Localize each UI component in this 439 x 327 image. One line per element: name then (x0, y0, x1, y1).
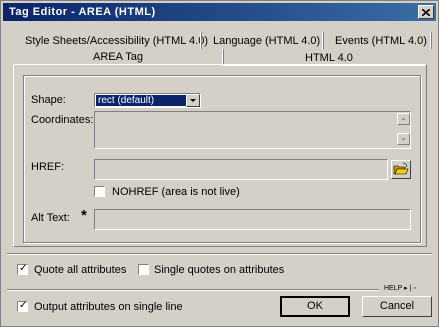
tab-language[interactable]: Language (HTML 4.0) (213, 35, 320, 47)
tab-divider (322, 32, 324, 49)
divider (7, 253, 432, 255)
tab-events[interactable]: Events (HTML 4.0) (335, 35, 427, 47)
browse-button[interactable] (391, 160, 411, 179)
output-single-line-checkbox[interactable]: ✓ (17, 300, 28, 312)
shape-selected-value: rect (default) (96, 95, 186, 106)
help-link[interactable]: HELP ▸ | ▫ (384, 284, 416, 292)
close-icon (422, 8, 430, 16)
chevron-down-icon (190, 99, 196, 102)
output-single-line-label: Output attributes on single line (34, 301, 183, 313)
checkmark-icon: ✓ (19, 300, 28, 311)
coordinates-textarea[interactable] (94, 111, 411, 149)
single-quotes-checkbox[interactable] (138, 264, 149, 275)
checkmark-icon: ✓ (19, 263, 28, 274)
href-input[interactable] (94, 159, 388, 180)
nohref-label: NOHREF (area is not live) (112, 186, 240, 198)
help-arrow-icon: ▸ | ▫ (404, 285, 416, 292)
close-button[interactable] (418, 5, 434, 19)
tab-html4[interactable]: HTML 4.0 (305, 52, 353, 64)
quote-all-checkbox[interactable]: ✓ (17, 263, 28, 275)
tab-divider (430, 32, 432, 49)
single-quotes-label: Single quotes on attributes (154, 264, 285, 276)
alt-text-label: Alt Text: (31, 212, 70, 224)
coordinates-scroll-up[interactable] (397, 113, 410, 125)
tab-area-tag[interactable]: AREA Tag (93, 51, 143, 63)
quote-all-label: Quote all attributes (34, 264, 127, 276)
cancel-button[interactable]: Cancel (362, 296, 432, 317)
tab-divider (200, 32, 202, 49)
coordinates-scroll-down[interactable] (397, 133, 410, 145)
divider (7, 289, 379, 291)
chevron-down-icon (401, 138, 406, 141)
tab-style-sheets[interactable]: Style Sheets/Accessibility (HTML 4.0) (25, 35, 208, 47)
href-label: HREF: (31, 161, 64, 173)
help-label: HELP (384, 285, 403, 292)
shape-dropdown-button[interactable] (186, 94, 200, 107)
tab-divider (222, 49, 224, 64)
tag-editor-dialog: Tag Editor - AREA (HTML) Style Sheets/Ac… (0, 0, 439, 327)
window-title: Tag Editor - AREA (HTML) (9, 6, 156, 18)
folder-open-icon (393, 162, 409, 175)
nohref-checkbox[interactable] (94, 186, 105, 197)
coordinates-label: Coordinates: (31, 114, 94, 126)
required-marker: * (81, 207, 87, 224)
alt-text-input[interactable] (94, 209, 411, 230)
ok-button[interactable]: OK (280, 296, 350, 317)
shape-label: Shape: (31, 94, 66, 106)
title-bar[interactable]: Tag Editor - AREA (HTML) (3, 3, 436, 21)
shape-select[interactable]: rect (default) (94, 93, 201, 108)
chevron-up-icon (401, 117, 406, 120)
